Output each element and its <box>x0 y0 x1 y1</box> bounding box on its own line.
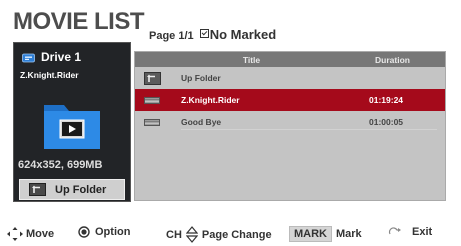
channel-up-down-icon <box>185 226 198 243</box>
row-title: Z.Knight.Rider <box>181 95 240 105</box>
video-folder-icon <box>44 105 100 149</box>
list-row-up-folder[interactable]: Up Folder <box>135 67 445 89</box>
move-label: Move <box>26 228 55 240</box>
list-row-selected[interactable]: Z.Knight.Rider 01:19:24 <box>135 89 445 111</box>
row-duration: 01:00:05 <box>369 117 404 127</box>
page-title: MOVIE LIST <box>13 8 145 35</box>
row-icon <box>135 96 169 104</box>
mark-key: MARK <box>289 226 332 242</box>
video-file-icon <box>144 118 160 126</box>
page-indicator: Page 1/1 No Marked <box>149 27 276 42</box>
page-change-label: Page Change <box>201 228 272 241</box>
column-title-header: Title <box>242 54 261 65</box>
file-size-value: 699MB <box>66 159 103 171</box>
navigation-arrows-icon <box>7 227 23 241</box>
page-number: Page 1/1 <box>149 30 194 42</box>
mark-hint: MARK Mark <box>289 226 362 242</box>
option-hint: Option <box>78 226 130 238</box>
checkbox-icon <box>199 29 209 38</box>
up-folder-button[interactable]: Up Folder <box>19 179 125 200</box>
up-folder-label: Up Folder <box>55 183 107 196</box>
option-label: Option <box>95 226 131 238</box>
page-change-hint: CH Page Change <box>166 226 272 243</box>
movie-list: Title Duration Up Folder Z.Knight.Rider … <box>134 51 446 201</box>
row-icon <box>135 71 169 85</box>
row-title: Good Bye <box>181 117 222 127</box>
move-hint: Move <box>6 226 54 242</box>
video-file-icon <box>144 96 160 104</box>
file-info: 624x352, 699MB <box>18 159 102 171</box>
drive-indicator: Drive 1 <box>22 50 81 64</box>
preview-panel: Drive 1 Z.Knight.Rider 624x352, 699MB Up… <box>13 42 131 202</box>
channel-key-label: CH <box>166 228 182 241</box>
row-title: Up Folder <box>181 73 221 83</box>
drive-label: Drive 1 <box>41 50 82 64</box>
list-header: Title Duration <box>135 52 445 67</box>
exit-hint: Exit <box>388 226 432 238</box>
preview-file-name: Z.Knight.Rider <box>20 70 79 80</box>
up-folder-icon <box>29 183 46 196</box>
row-duration: 01:19:24 <box>369 95 404 105</box>
marked-status: No Marked <box>199 27 277 42</box>
list-row[interactable]: Good Bye 01:00:05 <box>135 111 445 133</box>
row-divider <box>181 129 437 130</box>
up-folder-icon <box>143 71 161 85</box>
row-icon <box>135 118 169 126</box>
resolution-value: 624x352, <box>18 159 64 171</box>
marked-status-label: No Marked <box>209 27 277 42</box>
column-duration-header: Duration <box>375 54 410 65</box>
key-guide-bar: Move Option CH Page Change MARK Mark Exi… <box>0 222 461 243</box>
mark-label: Mark <box>336 228 362 240</box>
exit-label: Exit <box>412 226 433 238</box>
ok-button-icon <box>78 226 90 238</box>
exit-icon <box>388 227 401 235</box>
usb-drive-icon <box>22 53 35 62</box>
